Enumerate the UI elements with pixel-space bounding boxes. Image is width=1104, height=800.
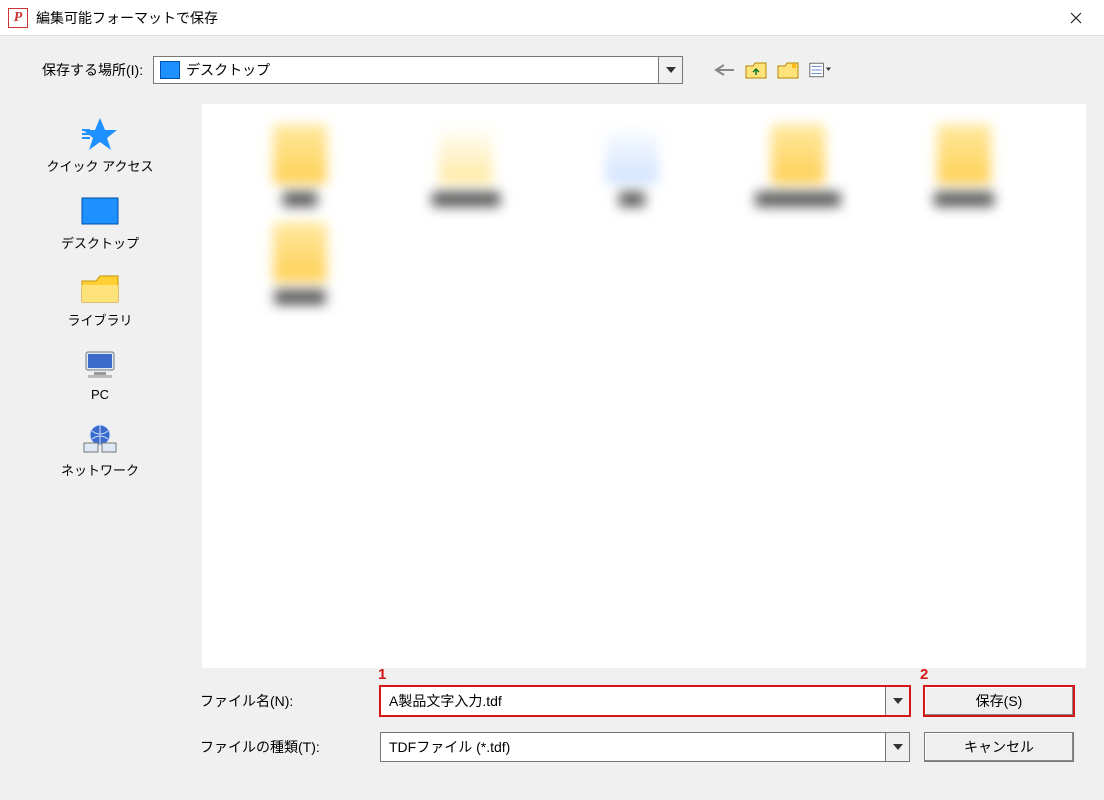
filename-combobox[interactable] [380, 686, 910, 716]
filename-dropdown-button[interactable] [885, 687, 909, 715]
place-libraries[interactable]: ライブラリ [67, 270, 132, 329]
back-icon [714, 63, 734, 77]
save-button[interactable]: 保存(S) [924, 686, 1074, 716]
file-item[interactable]: ███████ [884, 124, 1044, 212]
folder-icon [771, 124, 825, 184]
folder-icon [439, 124, 493, 184]
toolbar-icons [713, 59, 831, 81]
places-bar: クイック アクセス デスクトップ ライブラリ PC ネットワーク [0, 96, 200, 676]
location-label: 保存する場所(I): [42, 60, 143, 80]
window-title: 編集可能フォーマットで保存 [36, 8, 1052, 28]
titlebar: P 編集可能フォーマットで保存 [0, 0, 1104, 36]
chevron-down-icon [893, 698, 903, 704]
file-name: ████ [220, 192, 380, 212]
close-button[interactable] [1052, 2, 1100, 34]
callout-2: 2 [920, 666, 928, 683]
up-folder-icon [745, 61, 767, 79]
location-toolbar: 保存する場所(I): デスクトップ [0, 36, 1104, 96]
network-icon [78, 420, 122, 456]
file-name: ██████ [220, 290, 380, 310]
filename-row: 1 2 ファイル名(N): 保存(S) [200, 686, 1086, 716]
place-label: ライブラリ [67, 310, 132, 329]
location-combobox[interactable]: デスクトップ [153, 56, 683, 84]
place-label: デスクトップ [61, 233, 139, 252]
filetype-value: TDFファイル (*.tdf) [381, 737, 885, 757]
new-folder-icon [777, 61, 799, 79]
file-name: ██████████ [718, 192, 878, 212]
file-item[interactable]: ████████ [386, 124, 546, 212]
filetype-dropdown-button[interactable] [885, 733, 909, 761]
place-quick-access[interactable]: クイック アクセス [47, 116, 154, 175]
file-name: ████████ [386, 192, 546, 212]
location-value: デスクトップ [186, 60, 658, 80]
filetype-combobox[interactable]: TDFファイル (*.tdf) [380, 732, 910, 762]
file-name: ███ [552, 192, 712, 212]
pc-icon [78, 347, 122, 383]
libraries-icon [78, 270, 122, 306]
view-menu-button[interactable] [809, 59, 831, 81]
place-desktop[interactable]: デスクトップ [61, 193, 139, 252]
close-icon [1070, 12, 1082, 24]
desktop-icon [160, 61, 180, 79]
chevron-down-icon [666, 67, 676, 73]
filetype-label: ファイルの種類(T): [200, 737, 380, 757]
filetype-row: ファイルの種類(T): TDFファイル (*.tdf) キャンセル [200, 732, 1086, 762]
file-item[interactable]: ████ [220, 124, 380, 212]
file-item[interactable]: ███ [552, 124, 712, 212]
folder-icon [273, 222, 327, 282]
filename-input[interactable] [381, 693, 885, 709]
desktop-place-icon [78, 193, 122, 229]
dialog-body: クイック アクセス デスクトップ ライブラリ PC ネットワーク [0, 96, 1104, 676]
folder-icon [273, 124, 327, 184]
dialog-bottom: 1 2 ファイル名(N): 保存(S) ファイルの種類(T): TDFファイル … [0, 676, 1104, 772]
new-folder-button[interactable] [777, 59, 799, 81]
filename-label: ファイル名(N): [200, 691, 380, 711]
place-label: ネットワーク [61, 460, 139, 479]
up-one-level-button[interactable] [745, 59, 767, 81]
back-button[interactable] [713, 59, 735, 81]
place-label: クイック アクセス [47, 156, 154, 175]
chevron-down-icon [893, 744, 903, 750]
app-icon: P [8, 8, 28, 28]
folder-icon [937, 124, 991, 184]
folder-icon [605, 124, 659, 184]
file-list-pane[interactable]: ████ ████████ ███ ██████████ ███████ ███… [202, 104, 1086, 668]
place-label: PC [91, 387, 109, 402]
location-dropdown-button[interactable] [658, 57, 682, 83]
file-item[interactable]: ██████ [220, 222, 380, 310]
view-menu-icon [809, 61, 831, 79]
place-pc[interactable]: PC [78, 347, 122, 402]
place-network[interactable]: ネットワーク [61, 420, 139, 479]
file-name: ███████ [884, 192, 1044, 212]
cancel-button[interactable]: キャンセル [924, 732, 1074, 762]
file-item[interactable]: ██████████ [718, 124, 878, 212]
quick-access-icon [78, 116, 122, 152]
callout-1: 1 [378, 666, 386, 683]
